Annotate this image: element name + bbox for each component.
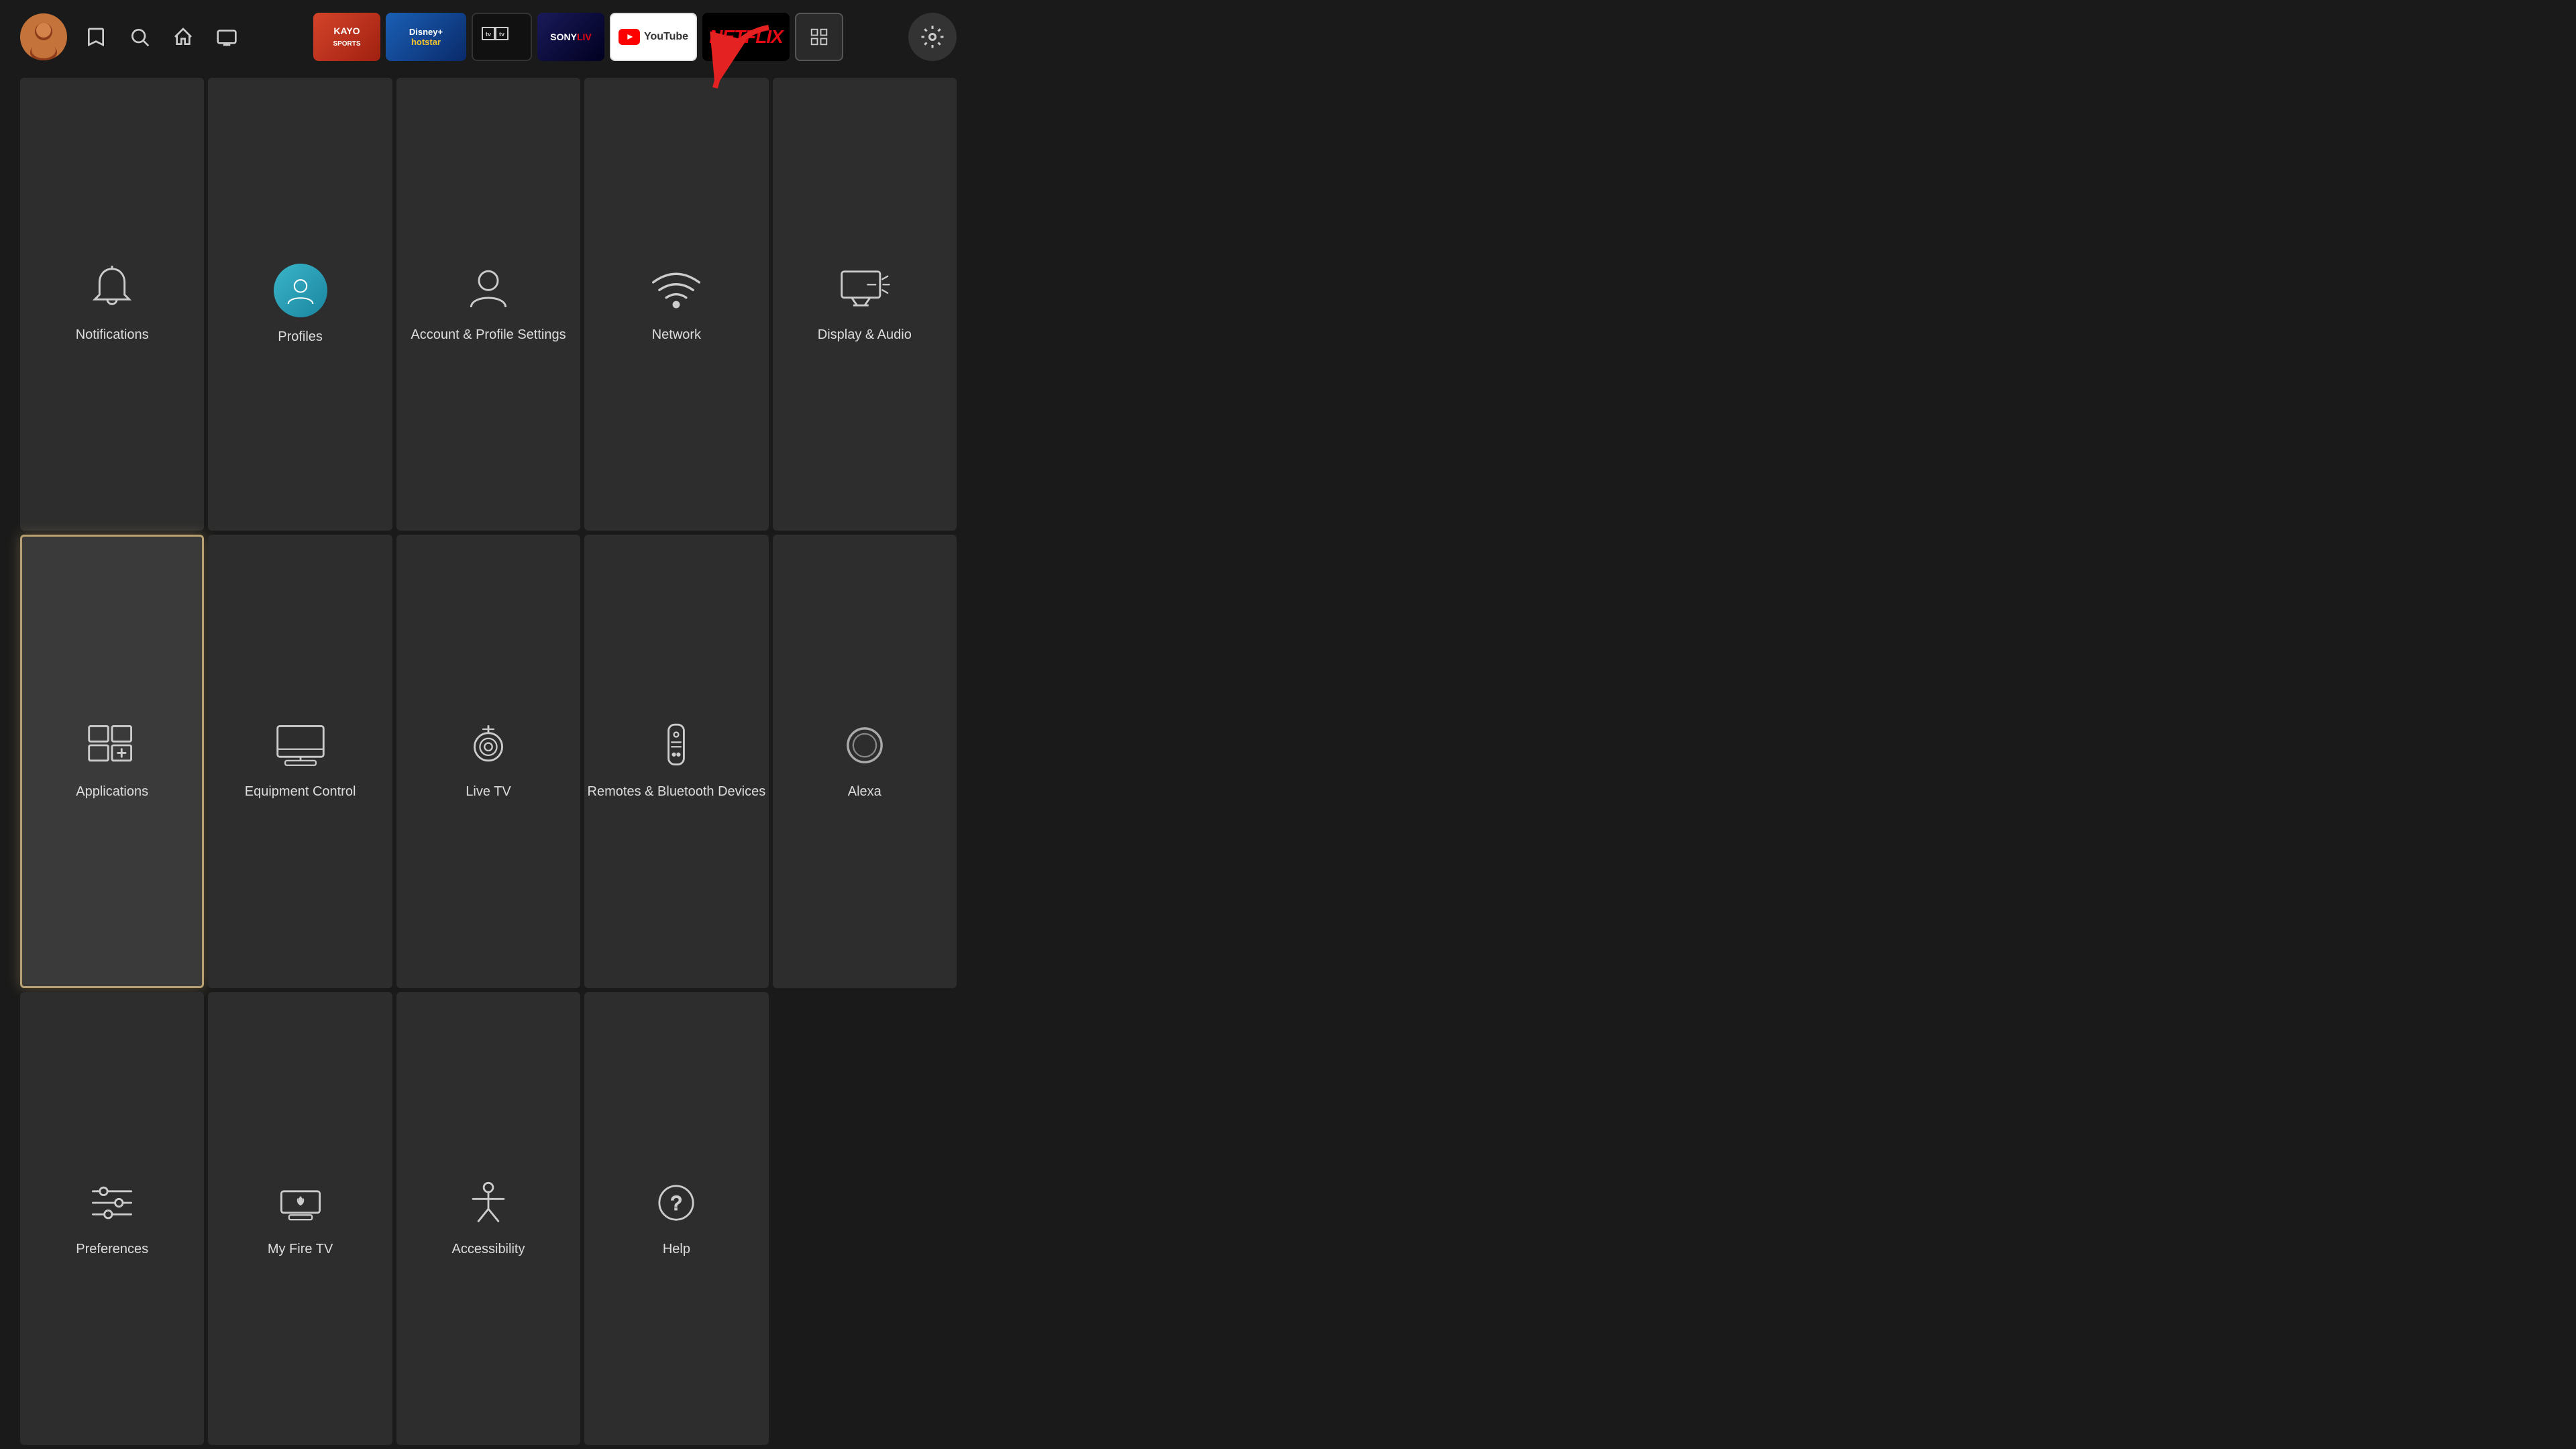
empty-cell <box>773 992 957 1445</box>
preferences-label: Preferences <box>76 1240 148 1258</box>
applications-label: Applications <box>76 783 148 800</box>
network-label: Network <box>652 326 701 343</box>
settings-grid: Notifications Profiles Account & Profile… <box>0 74 977 1449</box>
person-icon <box>465 265 512 315</box>
profiles-label: Profiles <box>278 328 323 345</box>
alexa-icon <box>838 722 892 772</box>
bookmark-icon[interactable] <box>80 22 111 52</box>
question-icon: ? <box>649 1179 703 1230</box>
remote-icon <box>649 722 703 772</box>
account-label: Account & Profile Settings <box>411 326 566 343</box>
grid-item-profiles[interactable]: Profiles <box>208 78 392 531</box>
grid-item-preferences[interactable]: Preferences <box>20 992 204 1445</box>
notifications-label: Notifications <box>76 326 149 343</box>
app-netflix[interactable]: NETFLIX <box>702 13 790 61</box>
app-sonyliv[interactable]: SONYLIV <box>537 13 604 61</box>
bell-icon <box>89 265 136 315</box>
person-circle-icon <box>274 264 327 317</box>
grid-item-account[interactable]: Account & Profile Settings <box>396 78 580 531</box>
grid-item-myfiretv[interactable]: My Fire TV <box>208 992 392 1445</box>
svg-text:?: ? <box>671 1192 682 1214</box>
grid-item-accessibility[interactable]: Accessibility <box>396 992 580 1445</box>
app-more-grid[interactable] <box>795 13 843 61</box>
grid-item-help[interactable]: ? Help <box>584 992 768 1445</box>
display-sound-icon <box>838 265 892 315</box>
top-nav: KAYOSPORTS Disney+hotstar tv tv SONYLIV <box>0 0 977 74</box>
grid-item-livetv[interactable]: Live TV <box>396 535 580 987</box>
fire-display-icon <box>274 1179 327 1230</box>
nav-apps: KAYOSPORTS Disney+hotstar tv tv SONYLIV <box>262 13 895 61</box>
wifi-icon <box>649 265 703 315</box>
grid-item-equipment[interactable]: Equipment Control <box>208 535 392 987</box>
accessibility-icon <box>462 1179 515 1230</box>
livetv-label: Live TV <box>466 783 511 800</box>
app-bbc[interactable]: tv tv <box>472 13 532 61</box>
avatar[interactable] <box>20 13 67 60</box>
search-icon[interactable] <box>124 22 154 52</box>
help-label: Help <box>663 1240 690 1258</box>
antenna-icon <box>462 722 515 772</box>
monitor-icon <box>274 722 327 772</box>
svg-text:tv: tv <box>499 31 504 38</box>
myfiretv-label: My Fire TV <box>268 1240 333 1258</box>
grid-item-alexa[interactable]: Alexa <box>773 535 957 987</box>
app-hotstar[interactable]: Disney+hotstar <box>386 13 466 61</box>
sliders-icon <box>85 1179 139 1230</box>
app-kayo[interactable]: KAYOSPORTS <box>313 13 380 61</box>
youtube-label: YouTube <box>644 31 688 43</box>
accessibility-label: Accessibility <box>452 1240 525 1258</box>
grid-item-remotes[interactable]: Remotes & Bluetooth Devices <box>584 535 768 987</box>
netflix-label: NETFLIX <box>709 26 783 48</box>
display-label: Display & Audio <box>818 326 912 343</box>
equipment-label: Equipment Control <box>245 783 356 800</box>
svg-text:tv: tv <box>486 31 491 38</box>
grid-item-notifications[interactable]: Notifications <box>20 78 204 531</box>
app-youtube[interactable]: YouTube <box>610 13 697 61</box>
remotes-label: Remotes & Bluetooth Devices <box>588 783 766 800</box>
grid-item-network[interactable]: Network <box>584 78 768 531</box>
home-icon[interactable] <box>168 22 198 52</box>
tv-icon[interactable] <box>211 22 241 52</box>
grid-item-display[interactable]: Display & Audio <box>773 78 957 531</box>
alexa-label: Alexa <box>848 783 881 800</box>
grid-item-applications[interactable]: Applications <box>20 535 204 987</box>
nav-left <box>20 13 241 60</box>
settings-gear-button[interactable] <box>908 13 957 61</box>
apps-plus-icon <box>85 722 139 772</box>
